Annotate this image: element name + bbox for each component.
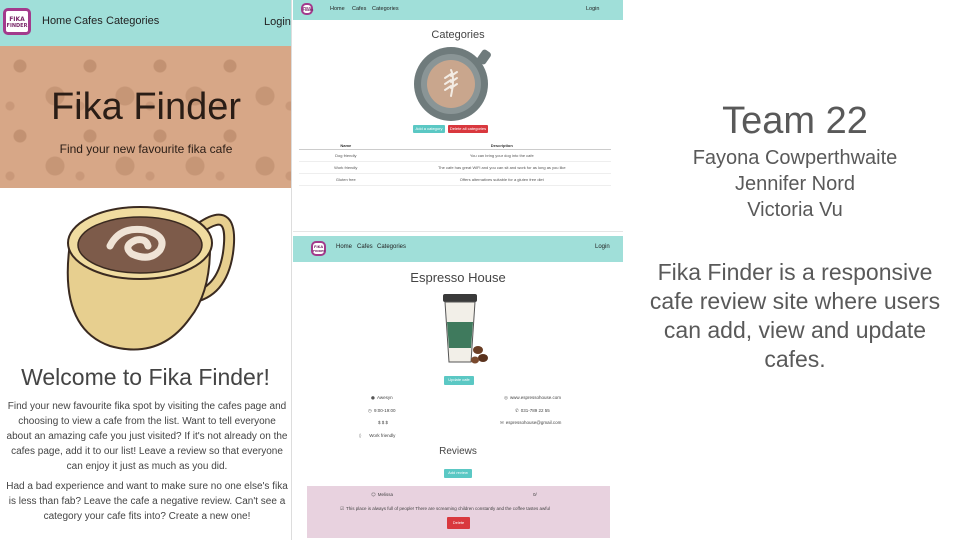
- price-text: $ $ $: [378, 420, 389, 425]
- category-name: Gluten free: [299, 173, 393, 186]
- categories-page-screenshot: FIKA FINDER Home Cafes Categories Login …: [293, 0, 623, 232]
- team-member: Fayona Cowperthwaite: [692, 147, 898, 169]
- navbar: FIKA FINDER Home Cafes Categories Login: [293, 236, 623, 262]
- review-text: ☑ This place is always full of people! Th…: [340, 506, 550, 512]
- home-page-screenshot: FIKA FINDER Home Cafes Categories Login …: [0, 0, 292, 540]
- cafe-phone: ✆ 031-789 22 55: [515, 408, 550, 414]
- cafe-detail-page-screenshot: FIKA FINDER Home Cafes Categories Login …: [293, 236, 623, 540]
- navbar: FIKA FINDER Home Cafes Categories Login: [293, 0, 623, 20]
- category-name: Work friendly: [299, 161, 393, 174]
- tag-icon: ◊: [359, 434, 362, 439]
- category-name: Dog friendly: [299, 149, 393, 162]
- takeaway-coffee-illustration: [443, 294, 488, 364]
- nav-cafes[interactable]: Cafes: [357, 244, 373, 250]
- delete-all-categories-button[interactable]: Delete all categories: [448, 125, 488, 133]
- cafe-name-heading: Espresso House: [410, 270, 506, 285]
- nav-home[interactable]: Home: [336, 244, 352, 250]
- cafe-website[interactable]: ◎ www.espressohouse.com: [504, 395, 561, 401]
- column-header-description: Description: [392, 142, 611, 150]
- nav-home[interactable]: Home: [330, 6, 345, 12]
- project-description: Fika Finder is a responsive cafe review …: [649, 259, 941, 372]
- nav-categories[interactable]: Categories: [372, 6, 399, 12]
- hero-banner: Fika Finder Find your new favourite fika…: [0, 46, 291, 188]
- user-icon: ☺: [371, 493, 376, 498]
- cafe-price: $ $ $: [378, 420, 388, 425]
- nav-login[interactable]: Login: [264, 16, 291, 28]
- welcome-paragraph-2: Had a bad experience and want to make su…: [6, 481, 288, 522]
- envelope-icon: ✉: [500, 421, 504, 426]
- checkbox-icon: ☑: [340, 507, 345, 512]
- review-author: ☺ Melissa: [371, 492, 393, 498]
- logo-line2: FINDER: [6, 23, 28, 29]
- nav-login[interactable]: Login: [586, 6, 599, 12]
- hours-text: 9:00-19:00: [373, 408, 396, 413]
- cafe-hours: ◷ 9:00-19:00: [368, 408, 395, 414]
- location-text: Awesyn: [376, 395, 393, 400]
- reviews-heading: Reviews: [439, 446, 477, 457]
- categories-heading: Categories: [431, 29, 485, 41]
- categories-table: Name Description Dog friendly You can br…: [299, 142, 611, 186]
- nav-cafes[interactable]: Cafes: [352, 6, 366, 12]
- map-pin-icon: ●: [371, 396, 375, 401]
- hero-subtitle: Find your new favourite fika cafe: [59, 142, 233, 156]
- fika-finder-logo[interactable]: FIKA FINDER: [311, 241, 326, 256]
- welcome-paragraph-1: Find your new favourite fika spot by vis…: [6, 401, 288, 472]
- clock-icon: ◷: [368, 409, 372, 414]
- fika-finder-logo[interactable]: FIKA FINDER: [301, 3, 313, 15]
- column-header-name: Name: [299, 142, 393, 150]
- add-category-button[interactable]: Add a category: [413, 125, 445, 133]
- category-description: You can bring your dog into the cafe: [392, 149, 611, 162]
- category-text: Work friendly: [369, 433, 396, 438]
- welcome-heading: Welcome to Fika Finder!: [21, 364, 270, 390]
- fika-finder-logo[interactable]: FIKA FINDER: [3, 8, 31, 35]
- hero-title: Fika Finder: [50, 86, 242, 128]
- logo-line2: FINDER: [303, 9, 314, 12]
- nav-categories[interactable]: Categories: [106, 15, 159, 27]
- globe-icon: ◎: [504, 396, 508, 401]
- phone-text: 031-789 22 55: [520, 408, 550, 413]
- update-cafe-button[interactable]: Update cafe: [444, 376, 474, 385]
- review-rating: 0/: [533, 492, 537, 497]
- cafe-category: ◊ Work friendly: [359, 433, 395, 439]
- logo-line2: FINDER: [313, 249, 326, 253]
- phone-icon: ✆: [515, 409, 519, 414]
- review-card: ☺ Melissa 0/ ☑ This place is always full o…: [307, 486, 610, 538]
- navbar: FIKA FINDER Home Cafes Categories Login: [0, 0, 291, 46]
- category-description: Offers alternatives suitable for a glute…: [392, 173, 611, 186]
- table-row[interactable]: Dog friendly You can bring your dog into…: [299, 149, 611, 162]
- nav-categories[interactable]: Categories: [377, 244, 406, 250]
- review-body: This place is always full of people! The…: [346, 506, 550, 511]
- table-header-row: Name Description: [299, 142, 611, 150]
- author-text: Melissa: [377, 492, 393, 497]
- email-text: espressohouse@gmail.com: [505, 420, 562, 425]
- table-row[interactable]: Work friendly The cafe has great WiFi an…: [299, 161, 611, 174]
- add-review-button[interactable]: Add review: [444, 469, 472, 478]
- website-text: www.espressohouse.com: [509, 395, 561, 400]
- nav-cafes[interactable]: Cafes: [74, 15, 103, 27]
- team-title: Team 22: [722, 100, 868, 142]
- latte-top-view-illustration: [414, 47, 491, 121]
- table-row[interactable]: Gluten free Offers alternatives suitable…: [299, 173, 611, 186]
- cafe-email[interactable]: ✉ espressohouse@gmail.com: [500, 420, 561, 426]
- cafe-location: ● Awesyn: [371, 395, 393, 401]
- nav-home[interactable]: Home: [42, 15, 71, 27]
- nav-login[interactable]: Login: [595, 244, 610, 250]
- category-description: The cafe has great WiFi and you can sit …: [392, 161, 611, 174]
- coffee-cup-illustration: [66, 206, 236, 351]
- delete-review-button[interactable]: Delete: [447, 517, 470, 529]
- team-member: Jennifer Nord: [734, 173, 856, 195]
- team-member: Victoria Vu: [747, 199, 843, 221]
